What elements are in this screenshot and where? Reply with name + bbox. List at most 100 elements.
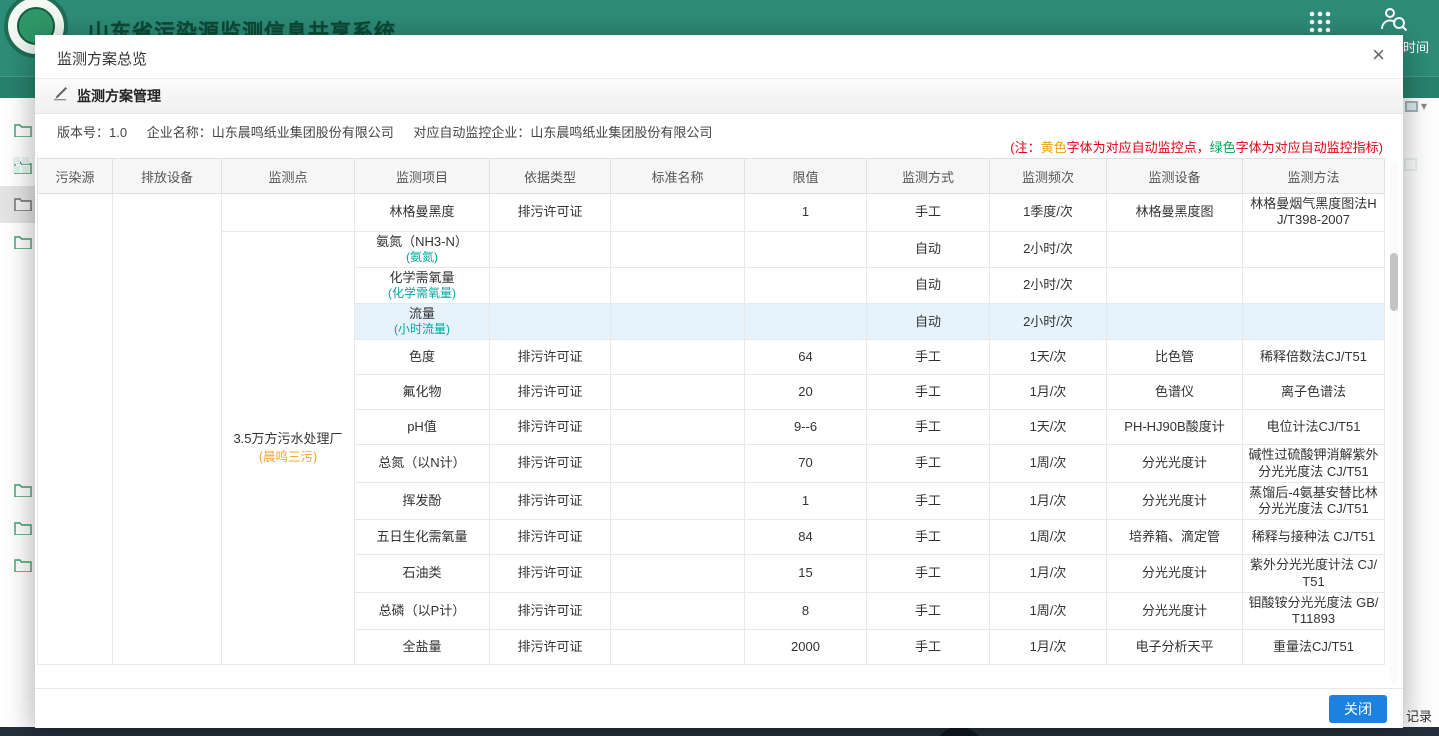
time-label: 时间 <box>1403 37 1429 56</box>
standard-name-cell <box>611 555 745 593</box>
pollution-source-cell <box>37 194 113 665</box>
standard-name-cell <box>611 410 745 445</box>
header-row: 污染源排放设备监测点监测项目依据类型标准名称限值监测方式监测频次监测设备监测方法 <box>37 158 1385 194</box>
plan-info-row: 版本号：1.0 企业名称：山东晨鸣纸业集团股份有限公司 对应自动监控企业：山东晨… <box>35 114 1403 158</box>
monitor-frequency-cell: 1月/次 <box>990 375 1107 410</box>
sidebar-item[interactable] <box>0 472 35 509</box>
monitor-device-cell <box>1107 268 1243 304</box>
monitor-frequency-cell: 1天/次 <box>990 340 1107 375</box>
squares-grid-icon[interactable] <box>13 157 29 178</box>
basis-type-cell: 排污许可证 <box>490 340 611 375</box>
monitoring-plan-modal: 监测方案总览 × 监测方案管理 版本号：1.0 企业名称：山东晨鸣纸业集团股份有… <box>35 35 1403 728</box>
monitor-point-cell: 3.5万方污水处理厂(晨鸣三污) <box>222 232 355 666</box>
monitor-mode-cell: 手工 <box>867 520 990 555</box>
sidebar <box>0 98 35 727</box>
sidebar-item[interactable] <box>0 510 35 547</box>
basis-type-cell <box>490 232 611 268</box>
limit-cell <box>745 304 867 340</box>
limit-cell: 1 <box>745 483 867 521</box>
scrollbar-thumb[interactable] <box>1390 253 1398 311</box>
monitor-mode-cell: 自动 <box>867 304 990 340</box>
monitor-device-cell: 分光光度计 <box>1107 593 1243 631</box>
monitor-frequency-cell: 2小时/次 <box>990 268 1107 304</box>
monitor-method-cell: 碱性过硫酸钾消解紫外分光光度法 CJ/T51 <box>1243 445 1385 483</box>
monitor-device-cell: 分光光度计 <box>1107 555 1243 593</box>
sidebar-item[interactable] <box>0 112 35 149</box>
basis-type-cell: 排污许可证 <box>490 483 611 521</box>
column-header: 监测方法 <box>1243 158 1385 194</box>
sidebar-item[interactable] <box>0 547 35 584</box>
plan-table-container: 污染源排放设备监测点监测项目依据类型标准名称限值监测方式监测频次监测设备监测方法… <box>37 158 1385 686</box>
basis-type-cell: 排污许可证 <box>490 593 611 631</box>
caret-down-icon: ▾ <box>1421 99 1427 113</box>
scrollbar-track[interactable] <box>1390 161 1398 684</box>
basis-type-cell: 排污许可证 <box>490 445 611 483</box>
panel-icon[interactable] <box>1404 158 1417 171</box>
basis-type-cell: 排污许可证 <box>490 410 611 445</box>
monitor-item-cell: 挥发酚 <box>355 483 490 521</box>
standard-name-cell <box>611 304 745 340</box>
sidebar-item-selected[interactable] <box>0 186 35 223</box>
folder-icon <box>14 521 32 540</box>
section-title: 监测方案管理 <box>77 86 161 106</box>
limit-cell <box>745 268 867 304</box>
monitor-item-cell: 五日生化需氧量 <box>355 520 490 555</box>
standard-name-cell <box>611 593 745 631</box>
column-header: 污染源 <box>37 158 113 194</box>
monitor-method-cell: 蒸馏后-4氨基安替比林 分光光度法 CJ/T51 <box>1243 483 1385 521</box>
user-search-icon[interactable] <box>1378 4 1408 39</box>
section-header: 监测方案管理 <box>35 79 1403 114</box>
monitor-device-cell: 比色管 <box>1107 340 1243 375</box>
monitor-mode-cell: 自动 <box>867 232 990 268</box>
note-text: 字体为对应自动监控指标) <box>1236 140 1383 155</box>
column-header: 监测频次 <box>990 158 1107 194</box>
monitor-frequency-cell: 1周/次 <box>990 593 1107 631</box>
monitor-method-cell: 钼酸铵分光光度法 GB/T11893 <box>1243 593 1385 631</box>
folder-icon <box>14 483 32 502</box>
monitor-item-cell: 总磷（以P计） <box>355 593 490 631</box>
plan-table-body: 林格曼黑度排污许可证1手工1季度/次林格曼黑度图林格曼烟气黑度图法HJ/T398… <box>37 194 1385 665</box>
monitor-device-cell: 分光光度计 <box>1107 445 1243 483</box>
auto-company-label: 对应自动监控企业：山东晨鸣纸业集团股份有限公司 <box>413 125 712 140</box>
monitor-mode-cell: 手工 <box>867 593 990 631</box>
monitor-item-cell: 化学需氧量(化学需氧量) <box>355 268 490 304</box>
monitor-device-cell: 培养箱、滴定管 <box>1107 520 1243 555</box>
monitor-mode-cell: 手工 <box>867 375 990 410</box>
monitor-mode-cell: 手工 <box>867 340 990 375</box>
basis-type-cell: 排污许可证 <box>490 375 611 410</box>
close-button[interactable]: 关闭 <box>1329 695 1387 723</box>
monitor-frequency-cell: 1周/次 <box>990 520 1107 555</box>
close-icon[interactable]: × <box>1372 44 1385 66</box>
monitor-item-cell: 石油类 <box>355 555 490 593</box>
table-row: 林格曼黑度排污许可证1手工1季度/次林格曼黑度图林格曼烟气黑度图法HJ/T398… <box>37 194 1385 232</box>
monitor-method-cell: 林格曼烟气黑度图法HJ/T398-2007 <box>1243 194 1385 232</box>
monitor-method-cell: 电位计法CJ/T51 <box>1243 410 1385 445</box>
modal-footer: 关闭 <box>35 688 1403 728</box>
monitor-item-cell: 氨氮（NH3-N）(氨氮) <box>355 232 490 268</box>
monitor-mode-cell: 自动 <box>867 268 990 304</box>
standard-name-cell <box>611 520 745 555</box>
monitor-item-cell: pH值 <box>355 410 490 445</box>
standard-name-cell <box>611 483 745 521</box>
standard-name-cell <box>611 232 745 268</box>
limit-cell: 15 <box>745 555 867 593</box>
limit-cell: 1 <box>745 194 867 232</box>
folder-icon <box>14 235 32 254</box>
note-green-word: 绿色 <box>1210 140 1236 155</box>
folder-icon <box>14 123 32 142</box>
sidebar-item[interactable] <box>0 224 35 261</box>
limit-cell: 9--6 <box>745 410 867 445</box>
window-dropdown[interactable]: ▾ <box>1405 99 1427 113</box>
monitor-device-cell <box>1107 232 1243 268</box>
column-header: 监测点 <box>222 158 355 194</box>
pencil-icon <box>53 86 68 106</box>
monitor-device-cell: 分光光度计 <box>1107 483 1243 521</box>
monitor-mode-cell: 手工 <box>867 445 990 483</box>
folder-icon <box>14 558 32 577</box>
monitor-frequency-cell: 1周/次 <box>990 445 1107 483</box>
standard-name-cell <box>611 340 745 375</box>
monitor-frequency-cell: 2小时/次 <box>990 304 1107 340</box>
basis-type-cell: 排污许可证 <box>490 520 611 555</box>
note-text: (注： <box>1010 140 1040 155</box>
column-header: 监测设备 <box>1107 158 1243 194</box>
